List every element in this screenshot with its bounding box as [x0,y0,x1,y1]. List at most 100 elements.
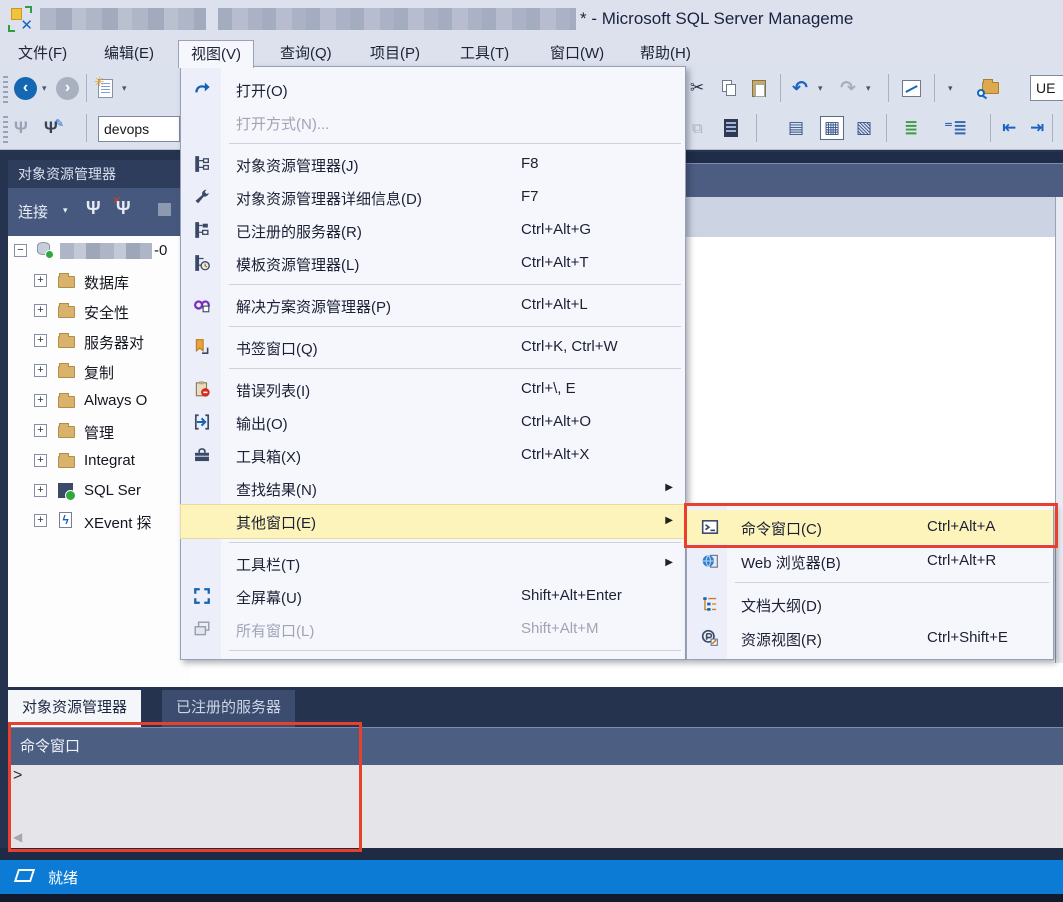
tree-item-security[interactable]: + 安全性 [8,296,190,326]
expand-icon[interactable]: + [34,364,47,377]
submenu-item-document-outline[interactable]: 文档大纲(D) [687,587,1053,621]
menu-tools[interactable]: 工具(T) [448,40,521,68]
menu-item-object-explorer[interactable]: 对象资源管理器(J) F8 [181,148,685,181]
new-query-button[interactable]: ✳ [94,73,113,103]
comment-lines-icon[interactable]: ≣ [904,113,918,143]
menu-view[interactable]: 视图(V) [178,40,254,68]
submenu-item-command-window[interactable]: 命令窗口(C) Ctrl+Alt+A [687,510,1053,544]
database-combo[interactable]: devops [98,116,180,142]
submenu-arrow-icon: ▶ [665,515,673,526]
undo-caret[interactable]: ▾ [818,73,823,103]
command-prompt[interactable]: > [13,767,22,785]
collapse-icon[interactable]: − [14,244,27,257]
menu-item-object-explorer-details[interactable]: 对象资源管理器详细信息(D) F7 [181,181,685,214]
expand-icon[interactable]: + [34,424,47,437]
menu-item-open-with[interactable]: 打开方式(N)... [181,106,685,139]
tree-server-node[interactable]: − -0 [8,236,190,266]
object-explorer-toolbar: 连接 ▾ Ψ ✕ Ψ [8,188,190,236]
menu-item-find-results[interactable]: 查找结果(N) ▶ [181,472,685,505]
cut-icon[interactable]: ✂ [690,73,704,103]
command-window-title: 命令窗口 [8,727,1063,765]
results-to-file-icon[interactable]: ▧ [856,113,872,143]
menu-file[interactable]: 文件(F) [6,40,79,68]
paste-icon[interactable] [752,73,766,103]
menu-window[interactable]: 窗口(W) [538,40,616,68]
connect-icon[interactable]: Ψ [14,113,28,143]
submenu-item-web-browser[interactable]: Web 浏览器(B) Ctrl+Alt+R [687,544,1053,578]
back-dropdown-caret[interactable]: ▾ [42,73,47,103]
scroll-left-icon[interactable]: ◀ [13,830,22,844]
menu-help[interactable]: 帮助(H) [628,40,703,68]
toolbar-separator [86,114,87,142]
tree-item-server-objects[interactable]: + 服务器对 [8,326,190,356]
menu-item-template-explorer[interactable]: 模板资源管理器(L) Ctrl+Alt+T [181,247,685,280]
submenu-item-resource-view[interactable]: 资源视图(R) Ctrl+Shift+E [687,621,1053,655]
menu-item-toolbars[interactable]: 工具栏(T) ▶ [181,547,685,580]
chevron-down-icon: ▾ [63,205,68,215]
stop-icon[interactable] [158,203,171,216]
expand-icon[interactable]: + [34,514,47,527]
menu-item-registered-servers[interactable]: 已注册的服务器(R) Ctrl+Alt+G [181,214,685,247]
menu-item-full-screen[interactable]: 全屏幕(U) Shift+Alt+Enter [181,580,685,613]
tree-item-management[interactable]: + 管理 [8,416,190,446]
tree-item-xevent-profiler[interactable]: + ϟ XEvent 探 [8,506,190,536]
redo-caret[interactable]: ▾ [866,73,871,103]
navigate-forward-button[interactable]: › [56,73,79,103]
search-combo[interactable]: UE [1030,75,1063,101]
navigate-back-button[interactable]: ‹ [14,73,37,103]
decrease-indent-icon[interactable]: ⇤ [1002,113,1016,143]
editor-scrollbar[interactable] [1055,197,1063,663]
server-icon[interactable] [724,113,738,143]
menu-item-all-windows[interactable]: 所有窗口(L) Shift+Alt+M [181,613,685,646]
menu-bar: 文件(F) 编辑(E) 视图(V) 查询(Q) 项目(P) 工具(T) 窗口(W… [0,40,1063,68]
change-connection-icon[interactable]: Ψ ✎ [44,113,64,143]
expand-icon[interactable]: + [34,484,47,497]
expand-icon[interactable]: + [34,394,47,407]
expand-icon[interactable]: + [34,304,47,317]
connect-plug-icon[interactable]: Ψ [86,198,101,219]
window-bottom-edge [0,894,1063,902]
view-menu-dropdown: 打开(O) 打开方式(N)... 对象资源管理器(J) F8 对象资源管理器详细… [180,66,686,660]
uncomment-lines-icon[interactable]: ⁼≣ [944,113,967,143]
tree-item-alwayson[interactable]: + Always O [8,386,190,416]
new-query-caret[interactable]: ▾ [122,73,127,103]
command-window-body[interactable]: > ◀ [8,765,1063,848]
execution-plan-icon[interactable] [902,73,921,103]
tab-object-explorer[interactable]: 对象资源管理器 [8,690,142,727]
menu-item-bookmark-window[interactable]: 书签窗口(Q) Ctrl+K, Ctrl+W [181,331,685,364]
menu-query[interactable]: 查询(Q) [268,40,344,68]
menu-item-error-list[interactable]: 错误列表(I) Ctrl+\, E [181,373,685,406]
copy-icon[interactable] [722,73,736,103]
tab-registered-servers[interactable]: 已注册的服务器 [162,690,296,727]
menu-item-solution-explorer[interactable]: 解决方案资源管理器(P) Ctrl+Alt+L [181,289,685,322]
increase-indent-icon[interactable]: ⇥ [1030,113,1044,143]
toolbar-grip[interactable] [3,73,8,103]
expand-icon[interactable]: + [34,454,47,467]
overflow-caret[interactable]: ▾ [948,73,953,103]
menu-item-other-windows[interactable]: 其他窗口(E) ▶ [180,504,686,539]
expand-icon[interactable]: + [34,334,47,347]
toolbar-separator [990,114,991,142]
find-in-files-icon[interactable] [977,73,999,103]
toolbox-icon [193,446,211,464]
folder-icon [58,273,75,288]
status-bar: 就绪 [0,860,1063,894]
menu-edit[interactable]: 编辑(E) [92,40,166,68]
menu-project[interactable]: 项目(P) [358,40,432,68]
disconnect-plug-icon[interactable]: Ψ [116,198,131,219]
tree-item-sql-server-agent[interactable]: + SQL Ser [8,476,190,506]
connect-dropdown[interactable]: 连接 [18,201,48,222]
results-to-text-icon[interactable]: ▤ [788,113,804,143]
menu-item-output[interactable]: 输出(O) Ctrl+Alt+O [181,406,685,439]
tree-item-replication[interactable]: + 复制 [8,356,190,386]
results-to-grid-icon[interactable]: ▦ [820,113,845,143]
expand-icon[interactable]: + [34,274,47,287]
menu-item-open[interactable]: 打开(O) [181,73,685,106]
undo-button[interactable]: ↶ [792,73,808,103]
toolbar-separator [756,114,757,142]
menu-item-toolbox[interactable]: 工具箱(X) Ctrl+Alt+X [181,439,685,472]
redo-button[interactable]: ↷ [840,73,856,103]
toolbar-grip[interactable] [3,113,8,143]
tree-item-integration-services[interactable]: + Integrat [8,446,190,476]
tree-item-databases[interactable]: + 数据库 [8,266,190,296]
